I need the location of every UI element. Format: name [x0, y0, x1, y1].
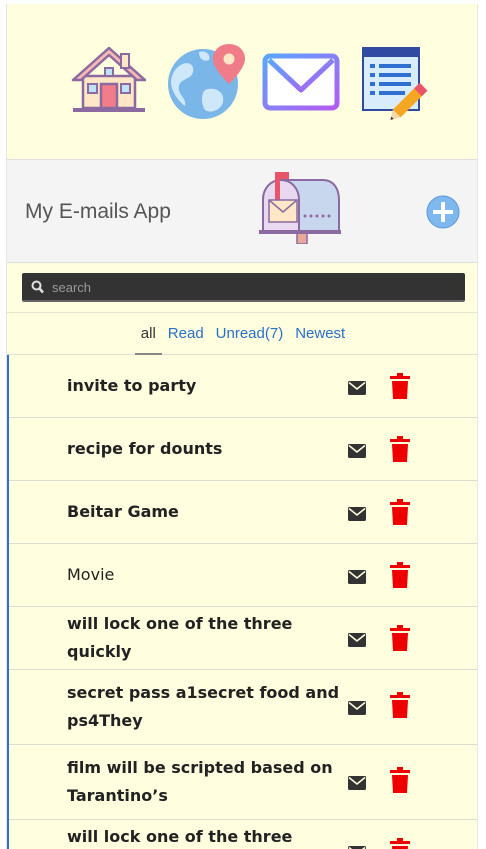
email-subject[interactable]: film will be scripted based on Tarantino… — [67, 745, 352, 819]
email-subject[interactable]: recipe for dounts — [67, 418, 352, 480]
trash-icon[interactable] — [390, 562, 410, 588]
filter-tabs: all Read Unread(7) Newest — [7, 313, 477, 355]
trash-icon[interactable] — [390, 436, 410, 462]
tab-all[interactable]: all — [134, 313, 162, 355]
search-input[interactable] — [52, 277, 452, 297]
trash-icon[interactable] — [390, 625, 410, 651]
notepad-edit-icon[interactable] — [357, 42, 437, 122]
top-nav — [7, 4, 477, 159]
email-row[interactable]: secret pass a1secret food and ps4They — [9, 670, 477, 745]
add-email-button[interactable] — [426, 195, 460, 229]
envelope-icon[interactable] — [348, 570, 366, 584]
trash-icon[interactable] — [390, 373, 410, 399]
email-row[interactable]: recipe for dounts — [9, 418, 477, 481]
trash-icon[interactable] — [390, 767, 410, 793]
search-bar — [7, 263, 477, 313]
email-subject[interactable]: Beitar Game — [67, 481, 352, 543]
home-icon[interactable] — [69, 42, 149, 122]
email-list: invite to party recipe for dounts Beitar G… — [7, 355, 477, 849]
tab-newest[interactable]: Newest — [289, 313, 351, 355]
envelope-icon[interactable] — [348, 381, 366, 395]
email-subject[interactable]: invite to party — [67, 355, 352, 417]
globe-location-icon[interactable] — [165, 42, 245, 122]
email-row[interactable]: Movie — [9, 544, 477, 607]
email-row[interactable]: invite to party — [9, 355, 477, 418]
email-subject[interactable]: will lock one of the three quickly — [67, 820, 352, 849]
email-subject[interactable]: secret pass a1secret food and ps4They — [67, 670, 352, 744]
email-subject[interactable]: will lock one of the three quickly — [67, 607, 352, 669]
envelope-icon[interactable] — [348, 507, 366, 521]
trash-icon[interactable] — [390, 499, 410, 525]
envelope-icon[interactable] — [348, 444, 366, 458]
tab-unread-7[interactable]: Unread(7) — [210, 313, 290, 355]
email-row[interactable]: Beitar Game — [9, 481, 477, 544]
email-subject[interactable]: Movie — [67, 544, 352, 606]
tab-read[interactable]: Read — [162, 313, 210, 355]
envelope-icon[interactable] — [348, 776, 366, 790]
trash-icon[interactable] — [390, 838, 410, 849]
search-icon — [31, 280, 44, 294]
email-row[interactable]: will lock one of the three quickly — [9, 820, 477, 849]
search-box — [22, 273, 465, 302]
envelope-icon[interactable] — [348, 701, 366, 715]
mail-envelope-icon[interactable] — [261, 42, 341, 122]
app-title: My E-mails App — [25, 200, 171, 223]
app-frame: My E-mails App allReadUnread — [6, 4, 478, 849]
envelope-icon[interactable] — [348, 633, 366, 647]
trash-icon[interactable] — [390, 692, 410, 718]
email-row[interactable]: film will be scripted based on Tarantino… — [9, 745, 477, 820]
mailbox-icon — [259, 172, 341, 244]
email-row[interactable]: will lock one of the three quickly — [9, 607, 477, 670]
app-header: My E-mails App — [7, 159, 477, 263]
